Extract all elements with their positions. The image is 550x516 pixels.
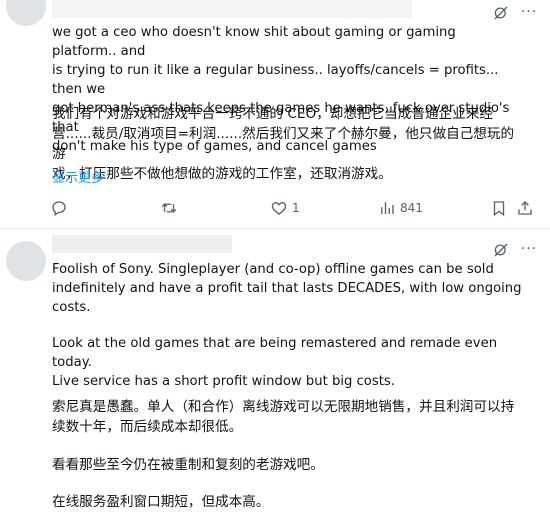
repost-icon (161, 203, 177, 213)
share-icon (518, 201, 532, 215)
like-button[interactable]: 1 (270, 196, 300, 220)
grok-icon[interactable] (492, 241, 510, 259)
post-paragraph-translation: 在线服务盈利窗口期短，但成本高。 (52, 494, 270, 510)
tweet-actions: 1 841 (44, 196, 544, 220)
post-paragraph: Foolish of Sony. Singleplayer (and co-op… (52, 262, 522, 315)
post-paragraph-translation: 看看那些至今仍在被重制和复刻的老游戏吧。 (52, 457, 324, 473)
post-text-translation: 我们有个对游戏和游戏平台一窍不通的 CEO，却想把它当成普通企业来经 营....… (52, 106, 515, 182)
blurred-header (52, 235, 232, 253)
post-paragraph: Live service has a short profit window b… (52, 374, 395, 389)
tweet-post[interactable]: ··· we got a ceo who doesn't know shit a… (0, 0, 550, 229)
post-paragraph-translation: 索尼真是愚蠢。单人（和合作）离线游戏可以无限期地销售，并且利润可以持 续数十年，… (52, 399, 515, 435)
heart-icon (271, 202, 287, 215)
tweet-post[interactable]: ··· Foolish of Sony. Singleplayer (and c… (0, 229, 550, 516)
like-count: 1 (292, 201, 300, 215)
more-icon[interactable]: ··· (520, 240, 538, 258)
more-icon[interactable]: ··· (520, 3, 538, 21)
grok-icon[interactable] (492, 4, 510, 22)
show-more-link[interactable]: 显示更多 (52, 167, 104, 186)
repost-button[interactable] (160, 196, 182, 220)
reply-button[interactable] (50, 196, 72, 220)
share-button[interactable] (516, 196, 534, 220)
avatar[interactable] (6, 0, 46, 26)
reply-icon (52, 201, 66, 217)
views-icon (381, 202, 394, 214)
avatar[interactable] (6, 241, 46, 281)
views-button[interactable]: 841 (378, 196, 423, 220)
bookmark-button[interactable] (490, 196, 508, 220)
view-count: 841 (400, 201, 423, 215)
post-paragraph: Look at the old games that are being rem… (52, 336, 502, 370)
blurred-header (52, 0, 412, 18)
bookmark-icon (493, 201, 505, 217)
